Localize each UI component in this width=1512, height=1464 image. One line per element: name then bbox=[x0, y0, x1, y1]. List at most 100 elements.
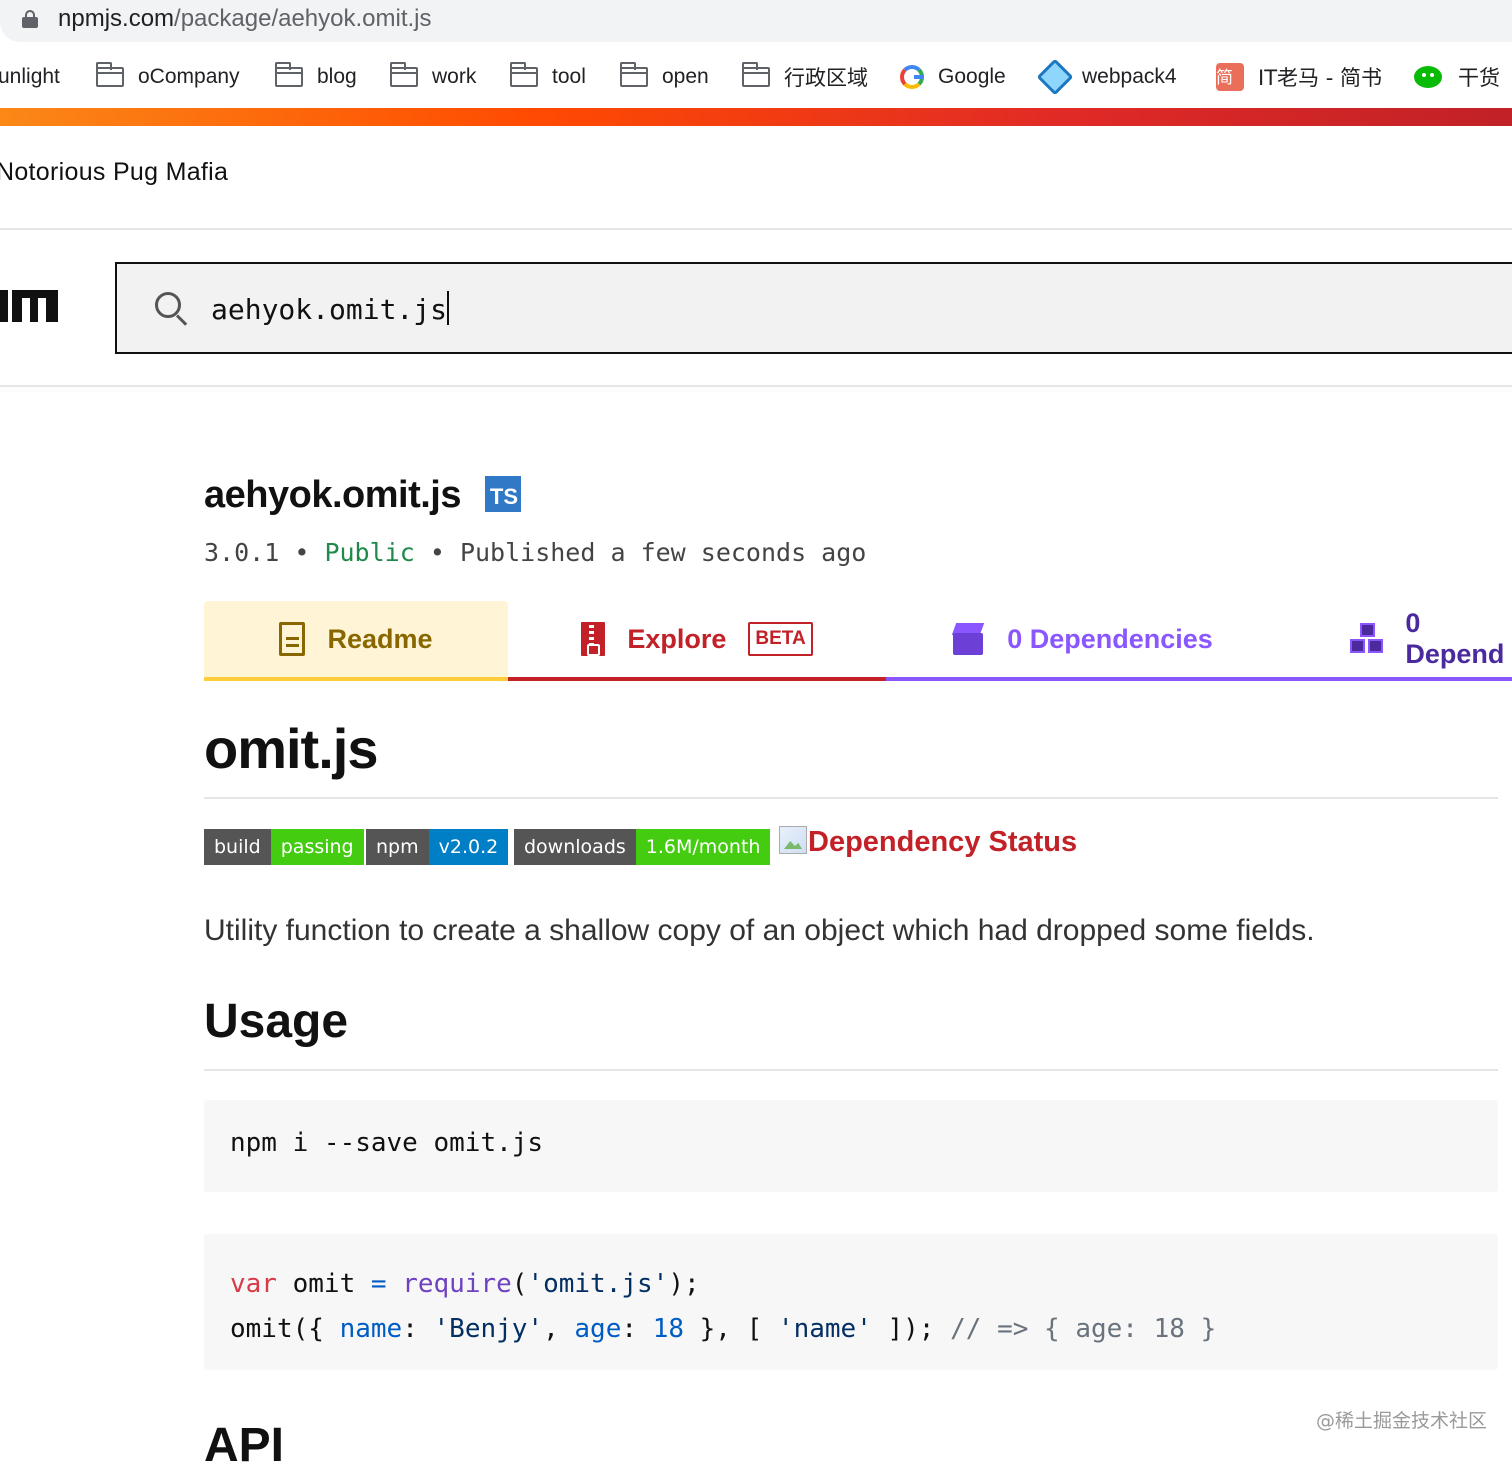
badge-label: npm bbox=[366, 829, 429, 865]
code-line-1: var omit = require('omit.js'); bbox=[230, 1262, 1472, 1307]
code-token: 'Benjy' bbox=[433, 1314, 544, 1344]
bookmark-label: Google bbox=[938, 65, 1006, 88]
bookmark-ocompany[interactable]: oCompany bbox=[96, 48, 240, 106]
folder-icon bbox=[390, 62, 418, 87]
bookmark-unlight[interactable]: unlight bbox=[0, 48, 60, 106]
badge-value: 1.6M/month bbox=[635, 829, 771, 865]
code-token: }, [ bbox=[684, 1314, 778, 1344]
bookmark-label: 行政区域 bbox=[784, 66, 868, 90]
bookmark-label: unlight bbox=[0, 65, 60, 88]
google-icon bbox=[900, 65, 924, 89]
code-token: omit bbox=[276, 1269, 371, 1299]
code-token: : bbox=[621, 1314, 653, 1344]
typescript-icon: TS bbox=[485, 476, 521, 512]
code-token: require bbox=[386, 1269, 512, 1299]
bookmark-label: 干货 bbox=[1458, 66, 1500, 90]
code-token: 'omit.js' bbox=[527, 1269, 669, 1299]
package-tabs: Readme Explore BETA 0 Dependencies 0 Dep… bbox=[204, 601, 1512, 681]
bookmark-label: work bbox=[432, 65, 477, 88]
bookmark-xingzheng[interactable]: 行政区域 bbox=[742, 48, 868, 106]
code-token: ( bbox=[511, 1269, 528, 1299]
tab-dependents[interactable]: 0 Depend bbox=[1278, 601, 1512, 681]
package-description: Utility function to create a shallow cop… bbox=[204, 914, 1315, 947]
folder-icon bbox=[510, 62, 538, 87]
beta-badge: BETA bbox=[748, 622, 813, 656]
package-name: aehyok.omit.js bbox=[204, 474, 461, 516]
folder-icon bbox=[742, 62, 770, 87]
npm-tagline[interactable]: Notorious Pug Mafia bbox=[0, 158, 228, 187]
tab-readme[interactable]: Readme bbox=[204, 601, 508, 681]
bookmark-label: open bbox=[662, 65, 709, 88]
bookmark-ganhuo[interactable]: 干货 bbox=[1414, 48, 1500, 106]
tab-explore[interactable]: Explore BETA bbox=[508, 601, 886, 681]
wechat-icon bbox=[1414, 64, 1444, 90]
badge-value: passing bbox=[270, 829, 364, 865]
build-badge[interactable]: build passing bbox=[204, 829, 364, 865]
tab-label: Readme bbox=[327, 623, 433, 654]
divider bbox=[204, 1069, 1498, 1071]
api-heading: API bbox=[204, 1419, 285, 1464]
brand-stripe bbox=[0, 108, 1512, 126]
code-token: var bbox=[230, 1269, 277, 1299]
tab-dependencies[interactable]: 0 Dependencies bbox=[886, 601, 1278, 681]
bookmark-tool[interactable]: tool bbox=[510, 48, 586, 106]
dependency-status-link[interactable]: Dependency Status bbox=[779, 826, 1077, 859]
bookmark-label: webpack4 bbox=[1082, 65, 1177, 88]
badge-label: downloads bbox=[514, 829, 636, 865]
bookmark-label: tool bbox=[552, 65, 586, 88]
readme-title: omit.js bbox=[204, 717, 378, 780]
bookmark-itlaoma[interactable]: 简 IT老马 - 简书 bbox=[1216, 48, 1382, 106]
code-token: ]); bbox=[871, 1314, 951, 1344]
watermark: @稀土掘金技术社区 bbox=[1316, 1410, 1488, 1432]
badge-label: build bbox=[204, 829, 271, 865]
url-host: npmjs.com bbox=[58, 5, 175, 32]
address-bar[interactable]: npmjs.com/package/aehyok.omit.js bbox=[0, 0, 1512, 42]
bookmark-blog[interactable]: blog bbox=[275, 48, 357, 106]
text-caret bbox=[447, 291, 449, 325]
usage-heading: Usage bbox=[204, 995, 349, 1048]
separator: • bbox=[294, 538, 310, 567]
divider bbox=[0, 228, 1512, 230]
code-comment: // => { age: 18 } bbox=[950, 1314, 1217, 1344]
bookmark-open[interactable]: open bbox=[620, 48, 709, 106]
search-icon bbox=[155, 292, 189, 326]
code-token: : bbox=[402, 1314, 434, 1344]
code-token: omit({ bbox=[230, 1314, 340, 1344]
package-published: Published a few seconds ago bbox=[459, 538, 867, 567]
search-box[interactable] bbox=[115, 262, 1512, 354]
folder-icon bbox=[96, 62, 124, 87]
jianshu-icon: 简 bbox=[1216, 63, 1244, 91]
npm-logo[interactable] bbox=[0, 290, 60, 322]
tab-label: 0 Depend bbox=[1405, 608, 1505, 669]
downloads-badge[interactable]: downloads 1.6M/month bbox=[514, 829, 771, 865]
install-code-block[interactable]: npm i --save omit.js bbox=[204, 1100, 1498, 1192]
tab-label: Explore bbox=[627, 623, 727, 654]
code-token: = bbox=[370, 1269, 387, 1299]
npm-version-badge[interactable]: npm v2.0.2 bbox=[366, 829, 509, 865]
package-meta: 3.0.1 • Public • Published a few seconds… bbox=[204, 538, 866, 567]
code-token: 18 bbox=[652, 1314, 684, 1344]
bookmark-webpack4[interactable]: webpack4 bbox=[1036, 48, 1177, 106]
search-input[interactable] bbox=[211, 286, 1411, 332]
usage-code-block[interactable]: var omit = require('omit.js'); omit({ nam… bbox=[204, 1234, 1498, 1370]
code-token: ); bbox=[668, 1269, 700, 1299]
bookmark-label: blog bbox=[317, 65, 357, 88]
bookmark-work[interactable]: work bbox=[390, 48, 476, 106]
package-visibility: Public bbox=[324, 538, 415, 567]
bookmark-google[interactable]: Google bbox=[900, 48, 1006, 106]
code-token: name bbox=[339, 1314, 403, 1344]
code-token: 'name' bbox=[777, 1314, 872, 1344]
dependency-status-text: Dependency Status bbox=[808, 826, 1078, 858]
zip-file-icon bbox=[581, 622, 606, 656]
box-icon bbox=[951, 623, 985, 655]
lock-icon[interactable] bbox=[22, 10, 38, 28]
folder-icon bbox=[620, 62, 648, 87]
install-command: npm i --save omit.js bbox=[230, 1128, 544, 1158]
package-version: 3.0.1 bbox=[204, 538, 280, 567]
tab-label: 0 Dependencies bbox=[1007, 623, 1213, 654]
code-token: age bbox=[574, 1314, 622, 1344]
url-text[interactable]: npmjs.com/package/aehyok.omit.js bbox=[58, 5, 432, 33]
folder-icon bbox=[275, 62, 303, 87]
code-token: , bbox=[543, 1314, 575, 1344]
bookmarks-bar: unlight oCompany blog work tool open 行政区… bbox=[0, 48, 1512, 106]
